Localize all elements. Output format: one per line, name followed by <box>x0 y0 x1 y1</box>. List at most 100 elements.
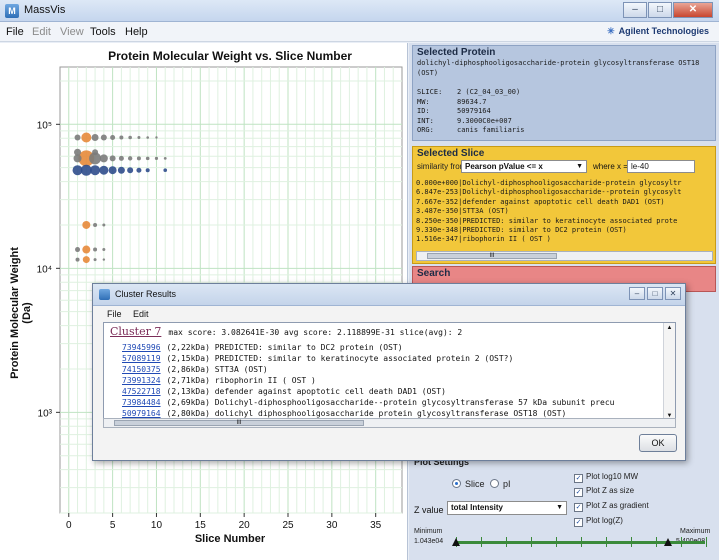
dialog-title: Cluster Results <box>115 289 177 299</box>
menu-view[interactable]: View <box>60 26 84 38</box>
x-tick-label: 0 <box>66 520 72 531</box>
cluster-results-dialog: Cluster Results – □ ✕ File Edit Cluster … <box>92 283 686 461</box>
close-icon[interactable]: ✕ <box>665 287 681 300</box>
dialog-menu-file[interactable]: File <box>107 309 122 319</box>
scrollbar-thumb[interactable]: III <box>114 420 364 426</box>
x-tick-label: 35 <box>370 520 382 531</box>
data-point <box>137 135 141 139</box>
menu-file[interactable]: File <box>6 26 24 38</box>
data-point <box>128 135 132 140</box>
checkbox-checked-icon: ✓ <box>574 518 583 527</box>
protein-field-value: 9.3000C0e+007 <box>457 116 512 125</box>
menu-bar: File Edit View Tools Help ✳ Agilent Techn… <box>0 22 719 42</box>
window-controls: – □ ✕ <box>622 2 713 18</box>
dialog-menu-edit[interactable]: Edit <box>133 309 149 319</box>
minimize-icon[interactable]: – <box>623 2 647 18</box>
data-point <box>163 168 168 173</box>
data-point <box>99 154 108 163</box>
slider-tick <box>631 537 632 547</box>
menu-help[interactable]: Help <box>125 26 148 38</box>
maximize-icon[interactable]: □ <box>647 287 663 300</box>
check-logz-label: Plot log(Z) <box>586 516 623 525</box>
cluster-result-row: 50979164 (2,80kDa) dolichyl diphosphoolig… <box>122 409 566 418</box>
where-x-input[interactable]: le-40 <box>627 160 695 173</box>
protein-id-link[interactable]: 73945996 <box>122 343 161 352</box>
range-slider-max-handle[interactable] <box>664 538 672 546</box>
window-titlebar: M MassVis – □ ✕ <box>0 0 719 22</box>
selected-protein-section: Selected Protein dolichyl-diphosphooligo… <box>412 45 716 141</box>
dialog-vertical-scrollbar[interactable]: ▲ ▼ <box>663 323 675 426</box>
slider-tick <box>656 537 657 547</box>
slice-list-item[interactable]: 1.516e-347|ribophorin II ( OST ) <box>416 235 713 244</box>
cluster-row-text: (2,15kDa) PREDICTED: similar to keratino… <box>166 354 514 363</box>
zvalue-select[interactable]: total Intensity ▼ <box>447 501 567 515</box>
scrollbar-thumb[interactable]: III <box>427 253 557 259</box>
data-point <box>91 133 99 141</box>
dialog-horizontal-scrollbar[interactable]: III <box>103 418 676 428</box>
data-point <box>74 134 81 141</box>
check-plot-z-size[interactable]: ✓ Plot Z as size <box>574 486 634 497</box>
protein-field-row: SLICE: 2 (C2_04_03_00) <box>417 88 520 96</box>
maximum-label: Maximum <box>680 528 711 535</box>
x-axis-label: Slice Number <box>194 533 266 545</box>
data-point <box>75 247 81 253</box>
data-point <box>117 166 125 174</box>
data-point <box>118 155 124 161</box>
protein-field-value: 2 (C2_04_03_00) <box>457 88 521 96</box>
protein-id-link[interactable]: 73984484 <box>122 398 161 407</box>
cluster-row-text: (2,80kDa) dolichyl diphosphooligosacchar… <box>166 409 567 418</box>
slice-list-item[interactable]: 7.667e-352|defender against apoptotic ce… <box>416 198 713 207</box>
slice-list-item[interactable]: 9.330e-348|PREDICTED: similar to DC2 pro… <box>416 226 713 235</box>
check-plot-log-z[interactable]: ✓ Plot log(Z) <box>574 516 623 527</box>
slice-similarity-list[interactable]: 0.000e+000|Dolichyl-diphosphooligosaccha… <box>416 179 713 249</box>
slice-list-scrollbar[interactable]: III <box>416 251 713 261</box>
slice-list-item[interactable]: 6.847e-253|Dolichyl-diphosphooligosaccha… <box>416 188 713 197</box>
similarity-value: Pearson pValue <= x <box>465 162 543 171</box>
checkbox-checked-icon: ✓ <box>574 474 583 483</box>
protein-field-label: ID: <box>417 107 430 115</box>
check-zsize-label: Plot Z as size <box>586 486 635 495</box>
y-tick-label: 10⁵ <box>37 120 52 131</box>
protein-id-link[interactable]: 57089119 <box>122 354 161 363</box>
cluster-result-row: 47522718 (2,13kDa) defender against apopt… <box>122 387 446 396</box>
cluster-result-row: 73991324 (2,71kDa) ribophorin II ( OST ) <box>122 376 316 385</box>
protein-field-value: 89634.7 <box>457 97 487 106</box>
protein-id-link[interactable]: 73991324 <box>122 376 161 385</box>
cluster-link[interactable]: Cluster 7 <box>110 325 161 338</box>
scroll-up-icon[interactable]: ▲ <box>664 325 675 331</box>
data-point <box>146 136 149 139</box>
slider-tick <box>481 537 482 547</box>
protein-id-link[interactable]: 50979164 <box>122 409 161 418</box>
protein-id-link[interactable]: 74150375 <box>122 365 161 374</box>
radio-slice[interactable]: Slice <box>452 479 485 489</box>
menu-tools[interactable]: Tools <box>90 26 116 38</box>
data-point <box>102 258 106 261</box>
similarity-select[interactable]: Pearson pValue <= x ▼ <box>461 160 587 173</box>
check-plot-z-gradient[interactable]: ✓ Plot Z as gradient <box>574 501 649 512</box>
menu-edit[interactable]: Edit <box>32 26 51 38</box>
dialog-titlebar: Cluster Results – □ ✕ <box>93 284 685 306</box>
cluster-row-text: (2,13kDa) defender against apoptotic cel… <box>166 387 446 396</box>
data-point <box>74 148 82 156</box>
radio-pi[interactable]: pI <box>490 479 511 489</box>
ok-button[interactable]: OK <box>639 434 677 452</box>
check-plot-log10-mw[interactable]: ✓ Plot log10 MW <box>574 472 638 483</box>
close-icon[interactable]: ✕ <box>673 2 713 18</box>
data-point <box>93 258 97 262</box>
data-point <box>154 156 159 160</box>
range-slider-min-handle[interactable] <box>452 538 460 546</box>
y-tick-label: 10³ <box>38 408 53 419</box>
protein-field-label: MW: <box>417 97 430 106</box>
minimize-icon[interactable]: – <box>629 287 645 300</box>
y-tick-label: 10⁴ <box>37 264 52 275</box>
slice-list-item[interactable]: 0.000e+000|Dolichyl-diphosphooligosaccha… <box>416 179 713 188</box>
slice-list-item[interactable]: 8.250e-350|PREDICTED: similar to keratin… <box>416 217 713 226</box>
slice-list-item[interactable]: 3.487e-350|STT3A (OST) <box>416 207 713 216</box>
slider-tick <box>681 537 682 547</box>
checkbox-checked-icon: ✓ <box>574 503 583 512</box>
protein-id-link[interactable]: 47522718 <box>122 387 161 396</box>
cluster-row-text: (2,86kDa) STT3A (OST) <box>166 365 268 374</box>
maximize-icon[interactable]: □ <box>648 2 672 18</box>
protein-field-value: canis familiaris <box>457 126 525 134</box>
data-point <box>92 149 99 156</box>
